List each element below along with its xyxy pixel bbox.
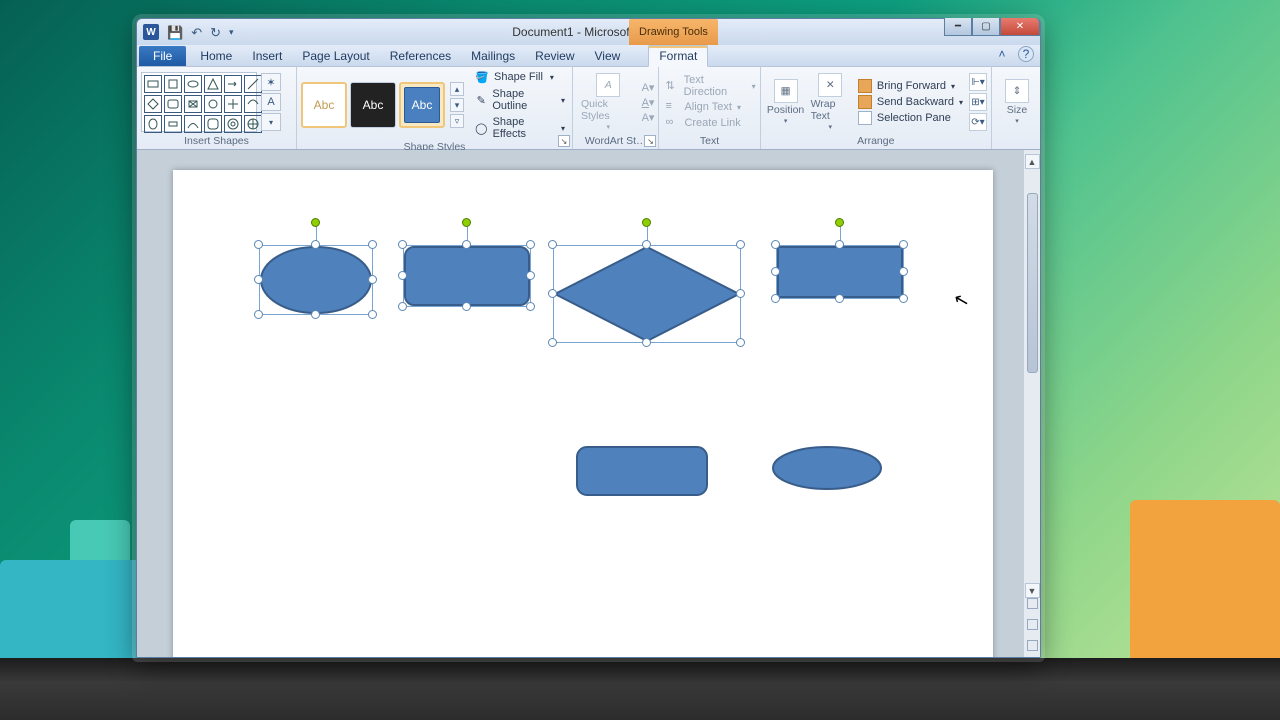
shape-styles-launcher-icon[interactable]: ↘ (558, 135, 570, 147)
rotate-handle-icon[interactable] (311, 218, 320, 227)
scroll-thumb[interactable] (1027, 193, 1038, 373)
shape-style-2[interactable]: Abc (350, 82, 396, 128)
group-insert-shapes: ✶ A ▾ Insert Shapes (137, 67, 297, 149)
save-icon[interactable]: 💾 (167, 26, 183, 39)
quick-styles-button[interactable]: A Quick Styles ▾ (577, 71, 640, 133)
text-outline-icon[interactable]: A▾ (642, 96, 655, 109)
group-arrange: ▦ Position▾ ✕ Wrap Text▾ Bring Forward▾ … (761, 67, 992, 149)
window-title: Document1 - Microsoft Word (137, 25, 1040, 39)
tab-mailings[interactable]: Mailings (461, 46, 525, 66)
shape-ellipse-1[interactable] (259, 245, 373, 315)
shape-fill-button[interactable]: 🪣 Shape Fill▾ (472, 69, 568, 85)
ribbon-tabs: File Home Insert Page Layout References … (137, 45, 1040, 67)
shape-rounded-rect-2[interactable] (575, 445, 709, 502)
shape-ellipse-2[interactable] (771, 445, 883, 496)
group-label-text: Text (663, 135, 755, 149)
selection-pane-button[interactable]: Selection Pane (858, 111, 963, 125)
tab-review[interactable]: Review (525, 46, 584, 66)
selection-pane-icon (858, 111, 872, 125)
group-text: ⇅ Text Direction▾ ≡ Align Text▾ ∞ Create… (659, 67, 760, 149)
vertical-scrollbar[interactable]: ▲ ▼ (1023, 150, 1040, 657)
rotate-handle-icon[interactable] (642, 218, 651, 227)
paint-bucket-icon: 🪣 (475, 70, 489, 84)
shapes-gallery[interactable] (141, 72, 257, 132)
wrap-text-icon: ✕ (818, 73, 842, 97)
group-shape-styles: Abc Abc Abc ▴▾▿ 🪣 Shape Fill▾ ✎ Shape Ou… (297, 67, 573, 149)
text-direction-icon: ⇅ (665, 79, 678, 93)
send-backward-button[interactable]: Send Backward▾ (858, 95, 963, 109)
word-window: W 💾 ↶ ↻ ▾ Document1 - Microsoft Word Dra… (136, 18, 1041, 658)
bring-forward-icon (858, 79, 872, 93)
position-icon: ▦ (774, 79, 798, 103)
link-icon: ∞ (665, 116, 679, 130)
document-area: ▲ ▼ ↖ (137, 150, 1040, 657)
group-wordart-styles: A Quick Styles ▾ A▾ A▾ A▾ WordArt St… ↘ (573, 67, 659, 149)
tab-format[interactable]: Format (648, 45, 708, 67)
send-backward-icon (858, 95, 872, 109)
group-label-insert-shapes: Insert Shapes (141, 135, 292, 149)
align-text-button[interactable]: ≡ Align Text▾ (665, 100, 755, 114)
tab-view[interactable]: View (585, 46, 631, 66)
page[interactable] (173, 170, 993, 657)
scroll-down-icon[interactable]: ▼ (1025, 583, 1040, 598)
align-text-icon: ≡ (665, 100, 679, 114)
group-size: ⇕ Size▾ (992, 67, 1040, 149)
group-label-size (996, 135, 1036, 149)
size-button[interactable]: ⇕ Size▾ (996, 77, 1038, 127)
redo-icon[interactable]: ↻ (210, 26, 221, 39)
tab-insert[interactable]: Insert (242, 46, 292, 66)
tab-page-layout[interactable]: Page Layout (292, 46, 379, 66)
browse-object-icon[interactable] (1027, 619, 1038, 630)
shape-styles-more[interactable]: ▴▾▿ (450, 82, 464, 128)
qat-dropdown-icon[interactable]: ▾ (229, 28, 234, 37)
quick-access-toolbar: 💾 ↶ ↻ ▾ (167, 26, 234, 39)
text-box-icon[interactable]: A (261, 93, 281, 111)
tab-file[interactable]: File (139, 46, 186, 66)
size-icon: ⇕ (1005, 79, 1029, 103)
tab-references[interactable]: References (380, 46, 461, 66)
wrap-text-button[interactable]: ✕ Wrap Text▾ (807, 71, 854, 133)
close-button[interactable]: ✕ (1000, 18, 1040, 36)
edit-shape-icon[interactable]: ✶ (261, 73, 281, 91)
scroll-up-icon[interactable]: ▲ (1025, 154, 1040, 169)
minimize-button[interactable]: ━ (944, 18, 972, 36)
create-link-button[interactable]: ∞ Create Link (665, 116, 755, 130)
titlebar: W 💾 ↶ ↻ ▾ Document1 - Microsoft Word Dra… (137, 19, 1040, 45)
text-effects-icon[interactable]: A▾ (642, 111, 655, 124)
shape-rectangle[interactable] (776, 245, 904, 299)
pencil-icon: ✎ (475, 93, 487, 107)
wordart-launcher-icon[interactable]: ↘ (644, 135, 656, 147)
bring-forward-button[interactable]: Bring Forward▾ (858, 79, 963, 93)
shape-rounded-rect-1[interactable] (403, 245, 531, 307)
align-button[interactable]: ⊩▾ (969, 73, 987, 91)
minimize-ribbon-icon[interactable]: ˄ (994, 46, 1010, 62)
shape-outline-button[interactable]: ✎ Shape Outline▾ (472, 87, 568, 113)
shape-style-3[interactable]: Abc (399, 82, 445, 128)
shapes-more-icon[interactable]: ▾ (261, 113, 281, 131)
shape-style-1[interactable]: Abc (301, 82, 347, 128)
shape-diamond[interactable] (553, 245, 741, 343)
quick-styles-icon: A (596, 73, 620, 97)
tab-home[interactable]: Home (190, 46, 242, 66)
rotate-handle-icon[interactable] (462, 218, 471, 227)
group-label-arrange: Arrange (765, 135, 987, 149)
word-icon: W (143, 24, 159, 40)
position-button[interactable]: ▦ Position▾ (765, 77, 807, 127)
help-icon[interactable]: ? (1018, 46, 1034, 62)
maximize-button[interactable]: ▢ (972, 18, 1000, 36)
group-label-wordart: WordArt St… (577, 135, 654, 149)
text-fill-icon[interactable]: A▾ (642, 81, 655, 94)
contextual-tab-header: Drawing Tools (629, 19, 718, 45)
rotate-button[interactable]: ⟳▾ (969, 113, 987, 131)
shape-effects-button[interactable]: ◯ Shape Effects▾ (472, 115, 568, 141)
ribbon: ✶ A ▾ Insert Shapes Abc Abc Abc ▴▾▿ (137, 67, 1040, 150)
undo-icon[interactable]: ↶ (191, 26, 202, 39)
browse-prev-icon[interactable] (1027, 598, 1038, 609)
text-direction-button[interactable]: ⇅ Text Direction▾ (665, 74, 755, 98)
browse-next-icon[interactable] (1027, 640, 1038, 651)
group-button[interactable]: ⊞▾ (969, 93, 987, 111)
effects-icon: ◯ (475, 121, 488, 135)
rotate-handle-icon[interactable] (835, 218, 844, 227)
